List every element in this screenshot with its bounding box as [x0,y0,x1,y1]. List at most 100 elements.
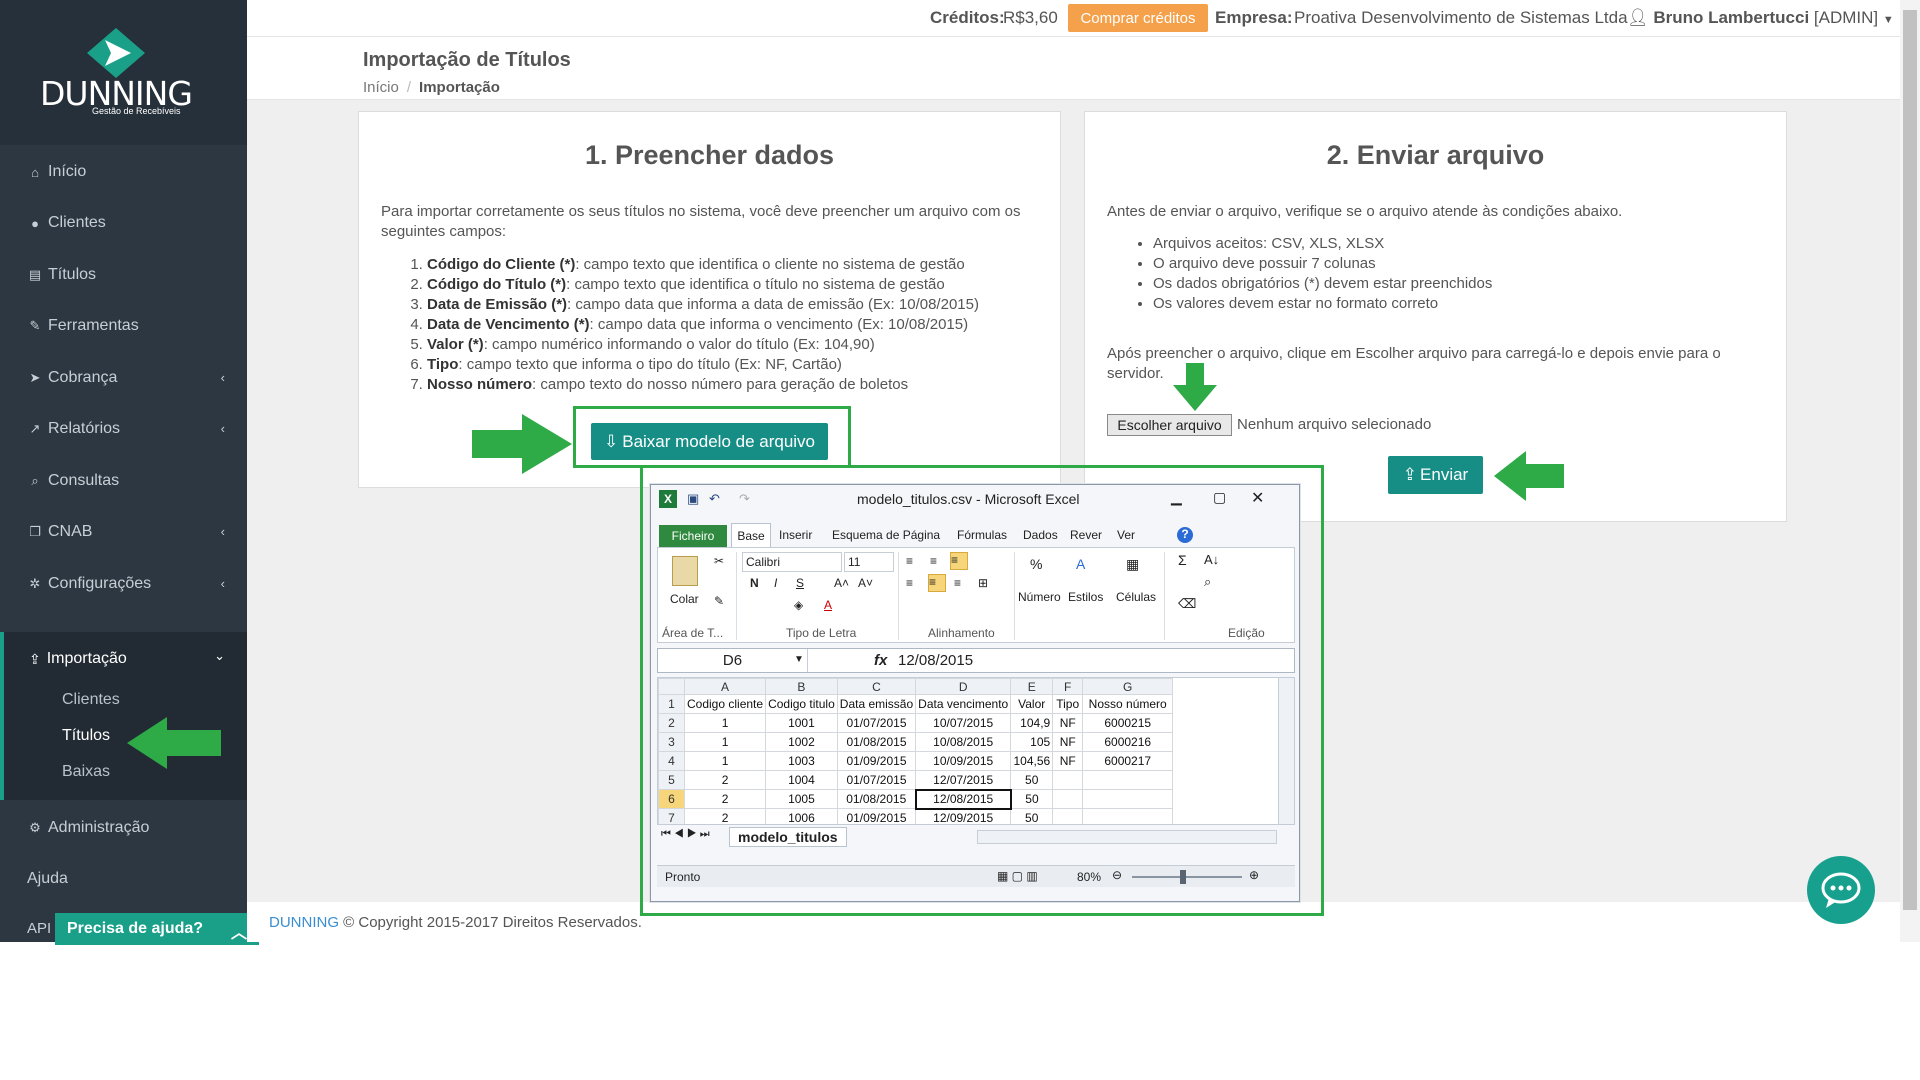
chat-button[interactable] [1807,856,1875,924]
tab-ficheiro[interactable]: Ficheiro [659,525,727,547]
nav-clientes[interactable]: ● Clientes [0,198,247,248]
number-group-label[interactable]: Número [1018,590,1061,604]
cell[interactable]: NF [1052,713,1084,733]
cell[interactable]: 1 [683,713,767,733]
font-color-icon[interactable]: A [824,598,832,612]
align-top-icon[interactable]: ≡ [906,554,913,568]
undo-icon[interactable]: ↶ [709,491,720,507]
column-header[interactable]: G [1082,678,1174,695]
styles-group-label[interactable]: Estilos [1068,590,1103,604]
column-header[interactable]: B [765,678,838,695]
cell[interactable]: Codigo titulo [765,694,838,714]
zoom-in-icon[interactable]: ⊕ [1249,868,1259,882]
row-header[interactable]: 3 [658,732,685,752]
align-middle-icon[interactable]: ≡ [930,554,937,568]
cell[interactable]: 10/08/2015 [915,732,1012,752]
redo-icon[interactable]: ↷ [739,491,750,507]
cell[interactable]: Valor [1010,694,1054,714]
column-header[interactable]: A [683,678,767,695]
cell[interactable]: 10/09/2015 [915,751,1012,771]
column-header[interactable]: E [1010,678,1054,695]
row-header[interactable]: 7 [658,808,685,824]
paste-icon[interactable] [672,556,698,586]
font-grow-icon[interactable]: A˄ [834,576,849,590]
minimize-icon[interactable]: ▁ [1171,489,1182,506]
row-header[interactable]: 4 [658,751,685,771]
sub-item-clientes[interactable]: Clientes [62,691,120,709]
choose-file-button[interactable]: Escolher arquivo [1107,414,1232,436]
tab-base[interactable]: Base [731,523,771,547]
cell[interactable]: 1002 [765,732,838,752]
sheet-nav-arrows-icon[interactable]: ⏮ ◀ ▶ ⏭ [661,828,710,841]
tab-rever[interactable]: Rever [1070,528,1102,542]
cell[interactable]: 1 [683,751,767,771]
cell[interactable]: 01/07/2015 [836,770,917,790]
sheet-vertical-scrollbar[interactable] [1278,678,1294,824]
cell[interactable]: 2 [683,789,767,809]
page-scrollbar[interactable] [1900,0,1920,942]
cell[interactable]: 2 [683,808,767,824]
cell[interactable]: 6000215 [1082,713,1174,733]
nav-titulos[interactable]: ▤ Títulos [0,250,247,300]
cell[interactable]: 12/07/2015 [915,770,1012,790]
cell[interactable] [1052,770,1084,790]
nav-api[interactable]: API [27,920,51,937]
cell[interactable]: 6000217 [1082,751,1174,771]
footer-brand-link[interactable]: DUNNING [269,914,339,931]
cell[interactable]: 1001 [765,713,838,733]
cell[interactable]: 10/07/2015 [915,713,1012,733]
tab-inserir[interactable]: Inserir [779,528,812,542]
font-shrink-icon[interactable]: A˅ [858,576,873,590]
bold-icon[interactable]: N [750,576,759,590]
scrollbar-thumb[interactable] [1903,10,1917,910]
nav-importacao[interactable]: ⇪ Importação ⌄ [4,632,247,686]
align-bottom-icon[interactable]: ≡ [950,552,968,570]
cell[interactable]: NF [1052,751,1084,771]
nav-ajuda[interactable]: Ajuda [0,854,247,904]
align-center-icon[interactable]: ≡ [928,574,946,592]
italic-icon[interactable]: I [774,576,777,590]
format-painter-icon[interactable]: ✎ [714,594,724,608]
font-size-select[interactable]: 11 [844,552,894,572]
cell[interactable]: 01/09/2015 [836,751,917,771]
cell[interactable]: 50 [1010,770,1054,790]
cell[interactable]: 105 [1010,732,1054,752]
nav-ferramentas[interactable]: ✎ Ferramentas [0,301,247,351]
cell[interactable] [1082,789,1174,809]
select-all-corner[interactable] [658,678,685,695]
zoom-slider[interactable] [1132,876,1242,878]
zoom-out-icon[interactable]: ⊖ [1112,868,1122,882]
zoom-level[interactable]: 80% [1077,870,1101,884]
row-header[interactable]: 5 [658,770,685,790]
nav-cnab[interactable]: ❐ CNAB ‹ [0,507,247,557]
cell[interactable]: NF [1052,732,1084,752]
selected-cell[interactable]: 12/08/2015 [914,788,1012,810]
autosum-icon[interactable]: Σ [1178,552,1187,568]
sheet-tab[interactable]: modelo_titulos [729,827,847,847]
cell[interactable]: 1006 [765,808,838,824]
nav-inicio[interactable]: ⌂ Início [0,147,247,197]
cell[interactable]: 104,9 [1010,713,1054,733]
font-name-select[interactable]: Calibri [742,552,842,572]
column-header[interactable]: D [915,678,1012,695]
merge-icon[interactable]: ⊞ [978,576,988,590]
cell[interactable] [1052,808,1084,824]
nav-administracao[interactable]: ⚙ Administração [0,803,247,853]
nav-consultas[interactable]: ⌕ Consultas [0,456,247,506]
sheet-horizontal-scrollbar[interactable] [977,830,1277,844]
nav-cobranca[interactable]: ➤ Cobrança ‹ [0,353,247,403]
cell[interactable]: 2 [683,770,767,790]
formula-input[interactable]: 12/08/2015 [898,652,973,669]
cell[interactable]: Data vencimento [915,694,1012,714]
send-button[interactable]: ⇪ Enviar [1388,456,1483,494]
tab-dados[interactable]: Dados [1023,528,1058,542]
row-header[interactable]: 6 [658,789,685,809]
row-header[interactable]: 2 [658,713,685,733]
breadcrumb-inicio[interactable]: Início [363,79,399,96]
cell[interactable]: 50 [1010,808,1054,824]
help-bar[interactable]: Precisa de ajuda? ︿ [55,913,259,945]
cell[interactable] [1082,770,1174,790]
nav-relatorios[interactable]: ↗ Relatórios ‹ [0,404,247,454]
cut-icon[interactable]: ✂ [714,554,724,568]
cell[interactable]: 50 [1010,789,1054,809]
